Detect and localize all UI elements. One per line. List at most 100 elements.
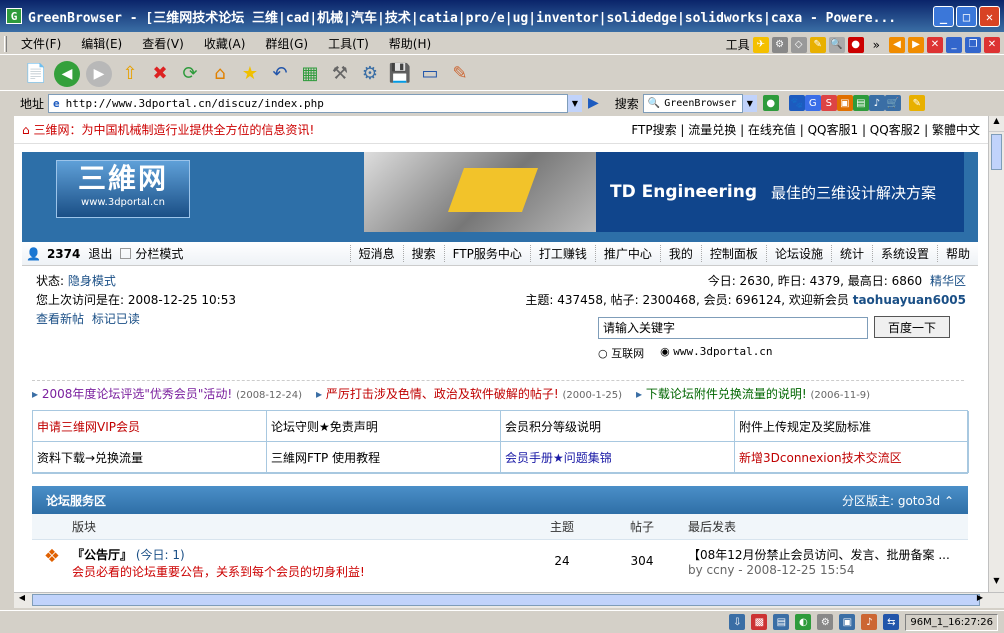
- quick-link[interactable]: 申请三维网VIP会员: [33, 411, 267, 442]
- image-toggle-icon[interactable]: ▣: [839, 614, 856, 630]
- screen-icon[interactable]: ▭: [418, 62, 442, 86]
- favorites-star-icon[interactable]: ★: [238, 62, 262, 86]
- status-value[interactable]: 隐身模式: [68, 274, 116, 288]
- pen-icon[interactable]: ✎: [809, 36, 826, 53]
- new-posts-link[interactable]: 查看新帖: [36, 312, 84, 326]
- menu-edit[interactable]: 编辑(E): [71, 35, 132, 52]
- menu-view[interactable]: 查看(V): [132, 35, 194, 52]
- nav-control-panel[interactable]: 控制面板: [700, 245, 766, 262]
- last-post-title[interactable]: 【08年12月份禁止会员访问、发言、批册备案 ...: [688, 546, 950, 563]
- horizontal-scrollbar[interactable]: ◀ ▶: [14, 592, 1004, 608]
- inner-minimize-icon[interactable]: _: [946, 36, 962, 53]
- zoom-icon[interactable]: 🔍: [828, 36, 845, 53]
- forum-section-header[interactable]: 论坛服务区 分区版主: goto3d ⌃: [32, 486, 968, 514]
- table-row[interactable]: ❖ 『公告厅』 (今日: 1) 会员必看的论坛重要公告，关系到每个会员的切身利益…: [32, 540, 968, 580]
- nav-promote[interactable]: 推广中心: [594, 245, 660, 262]
- refresh-icon[interactable]: ⟳: [178, 62, 202, 86]
- record-icon[interactable]: ●: [847, 36, 864, 53]
- top-links[interactable]: FTP搜索 | 流量兑换 | 在线充值 | QQ客服1 | QQ客服2 | 繁體…: [631, 121, 980, 138]
- proxy-icon[interactable]: ▤: [773, 614, 790, 630]
- clean-icon[interactable]: ✎: [448, 62, 472, 86]
- menu-tools[interactable]: 工具(T): [318, 35, 379, 52]
- baidu-icon[interactable]: 🐾: [788, 95, 805, 111]
- nav-settings[interactable]: 系统设置: [871, 245, 937, 262]
- history-icon[interactable]: ▦: [298, 62, 322, 86]
- menu-file[interactable]: 文件(F): [11, 35, 71, 52]
- announcement-1[interactable]: ▸ 2008年度论坛评选"优秀会员"活动! (2008-12-24): [32, 385, 302, 402]
- forward-icon[interactable]: ▶: [86, 60, 112, 87]
- elite-link[interactable]: 精华区: [930, 274, 966, 288]
- search-engine-input[interactable]: 🔍 GreenBrowser: [642, 93, 743, 113]
- nav-ftp[interactable]: FTP服务中心: [443, 245, 530, 262]
- address-input[interactable]: e http://www.3dportal.cn/discuz/index.ph…: [48, 93, 568, 113]
- close-button[interactable]: ✕: [979, 6, 1000, 27]
- address-dropdown-icon[interactable]: ▼: [568, 94, 582, 112]
- stop-icon[interactable]: ✖: [148, 62, 172, 86]
- image-search-icon[interactable]: ▣: [836, 95, 853, 111]
- nav-facilities[interactable]: 论坛设施: [765, 245, 831, 262]
- next-tab-icon[interactable]: ▶: [908, 36, 924, 53]
- announcement-2[interactable]: ▸ 严厉打击涉及色情、政治及软件破解的帖子! (2000-1-25): [316, 385, 622, 402]
- maximize-button[interactable]: □: [956, 6, 977, 27]
- inner-restore-icon[interactable]: ❐: [965, 36, 981, 53]
- nav-earn[interactable]: 打工赚钱: [529, 245, 595, 262]
- sound-icon[interactable]: ♪: [861, 614, 878, 630]
- announcement-3[interactable]: ▸ 下载论坛附件兑换流量的说明! (2006-11-9): [636, 385, 870, 402]
- radio-site[interactable]: ◉ www.3dportal.cn: [660, 345, 772, 361]
- popup-block-icon[interactable]: ▩: [751, 614, 768, 630]
- nav-stats[interactable]: 统计: [830, 245, 872, 262]
- highlight-icon[interactable]: ✎: [908, 95, 925, 111]
- quick-link[interactable]: 新增3Dconnexion技术交流区: [735, 442, 969, 473]
- close-tab-icon[interactable]: ✕: [927, 36, 943, 53]
- ad-banner[interactable]: TD Engineering 最佳的三维设计解决方案: [364, 152, 964, 232]
- flash-icon[interactable]: ◐: [795, 614, 812, 630]
- site-logo[interactable]: 三維网 www.3dportal.cn: [56, 160, 190, 218]
- nav-search[interactable]: 搜索: [402, 245, 444, 262]
- new-page-icon[interactable]: 📄: [24, 62, 48, 86]
- download-icon[interactable]: ⇩: [729, 614, 746, 630]
- radio-internet[interactable]: ○ 互联网: [598, 345, 644, 361]
- inner-close-icon[interactable]: ✕: [984, 36, 1000, 53]
- eraser-icon[interactable]: ◇: [790, 36, 807, 53]
- quick-link[interactable]: 会员手册★问题集锦: [501, 442, 735, 473]
- nav-mine[interactable]: 我的: [659, 245, 701, 262]
- script-icon[interactable]: ⚙: [817, 614, 834, 630]
- prev-tab-icon[interactable]: ◀: [889, 36, 905, 53]
- quick-link[interactable]: 资料下载→兑换流量: [33, 442, 267, 473]
- google-icon[interactable]: G: [804, 95, 821, 111]
- network-icon[interactable]: ⇆: [883, 614, 900, 630]
- save-icon[interactable]: 💾: [388, 62, 412, 86]
- go-icon[interactable]: ▶: [588, 95, 599, 111]
- logout-link[interactable]: 退出: [88, 245, 112, 262]
- search-go-icon[interactable]: ●: [762, 95, 779, 111]
- split-mode-checkbox[interactable]: [120, 248, 132, 259]
- user-id[interactable]: 2374: [47, 247, 80, 261]
- quick-link[interactable]: 三維网FTP 使用教程: [267, 442, 501, 473]
- quick-link[interactable]: 论坛守则★免责声明: [267, 411, 501, 442]
- menu-help[interactable]: 帮助(H): [379, 35, 441, 52]
- board-name[interactable]: 『公告厅』: [72, 548, 132, 562]
- back-icon[interactable]: ◀: [54, 60, 80, 87]
- baidu-search-button[interactable]: 百度一下: [874, 316, 950, 338]
- vertical-scrollbar[interactable]: ▲ ▼: [988, 116, 1004, 592]
- new-member-link[interactable]: taohuayuan6005: [853, 293, 966, 307]
- news-search-icon[interactable]: ▤: [852, 95, 869, 111]
- gesture-icon[interactable]: ✈: [752, 36, 769, 53]
- keyword-input[interactable]: 请输入关键字: [598, 316, 868, 339]
- sogou-icon[interactable]: S: [820, 95, 837, 111]
- menu-group[interactable]: 群组(G): [255, 35, 318, 52]
- shop-search-icon[interactable]: 🛒: [884, 95, 901, 111]
- mark-read-link[interactable]: 标记已读: [92, 312, 140, 326]
- undo-icon[interactable]: ↶: [268, 62, 292, 86]
- utilities-icon[interactable]: ⚒: [328, 62, 352, 86]
- tools-icon[interactable]: ⚙: [358, 62, 382, 86]
- quick-link[interactable]: 附件上传规定及奖励标准: [735, 411, 969, 442]
- menu-favorites[interactable]: 收藏(A): [194, 35, 256, 52]
- home-icon[interactable]: ⌂: [208, 62, 232, 86]
- up-icon[interactable]: ⇧: [118, 62, 142, 86]
- search-dropdown-icon[interactable]: ▼: [742, 94, 757, 112]
- minimize-button[interactable]: _: [933, 6, 954, 27]
- nav-help[interactable]: 帮助: [936, 245, 978, 262]
- quick-link[interactable]: 会员积分等级说明: [501, 411, 735, 442]
- nav-messages[interactable]: 短消息: [349, 245, 403, 262]
